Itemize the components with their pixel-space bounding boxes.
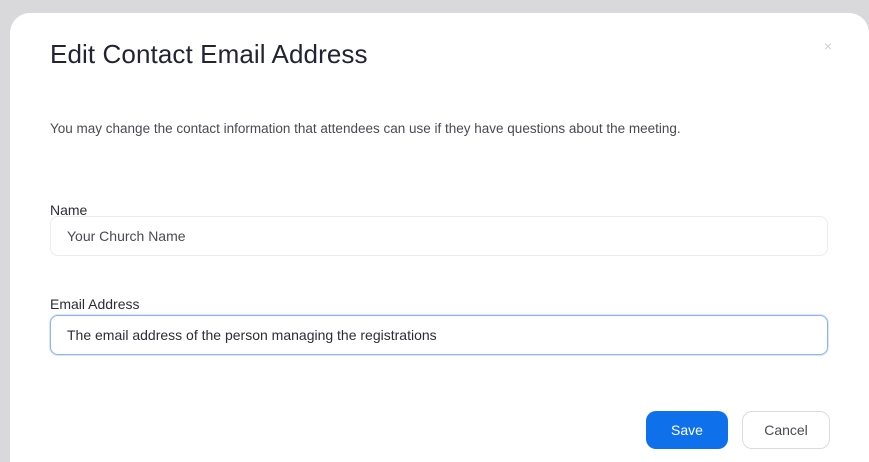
save-button[interactable]: Save	[646, 411, 728, 449]
edit-contact-dialog: × Edit Contact Email Address You may cha…	[10, 13, 869, 462]
dialog-description: You may change the contact information t…	[50, 121, 681, 136]
dialog-title: Edit Contact Email Address	[50, 39, 368, 69]
email-label: Email Address	[50, 296, 140, 312]
cancel-button[interactable]: Cancel	[742, 411, 830, 449]
email-input[interactable]	[50, 315, 828, 355]
name-input[interactable]	[50, 216, 828, 256]
close-icon[interactable]: ×	[821, 39, 835, 53]
